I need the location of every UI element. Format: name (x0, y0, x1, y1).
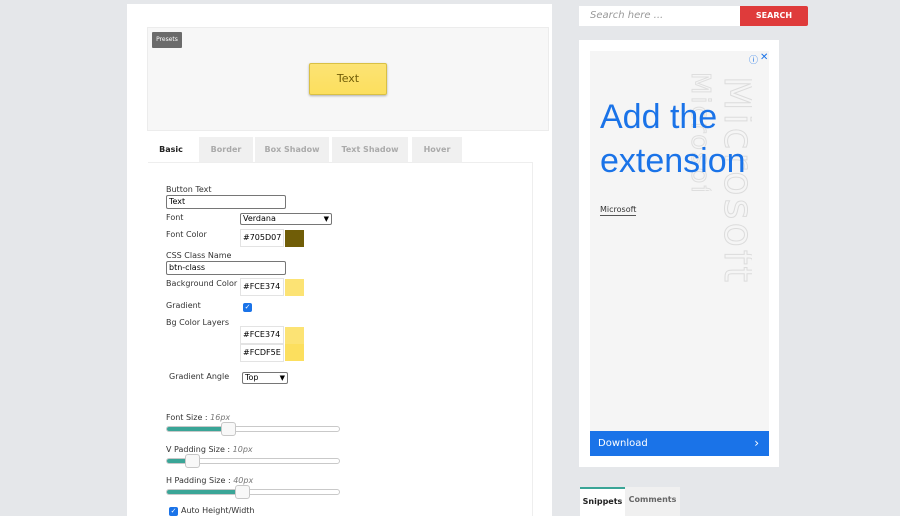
gradient-angle-label: Gradient Angle (169, 372, 230, 381)
button-preview-area: Presets Text (147, 27, 549, 131)
tab-hover[interactable]: Hover (412, 137, 462, 162)
auto-height-width-checkbox[interactable]: ✓ (169, 507, 178, 516)
basic-settings-form: Button Text Text Font Verdana ▼ Font Col… (148, 162, 533, 516)
button-text-input[interactable]: Text (166, 195, 286, 209)
gradient-checkbox[interactable]: ✓ (243, 303, 252, 312)
background-color-label: Background Color (166, 279, 238, 288)
presets-button[interactable]: Presets (152, 32, 182, 48)
font-size-value: 16px (210, 413, 231, 422)
h-padding-slider-fill (167, 490, 243, 494)
font-select[interactable]: Verdana ▼ (240, 213, 332, 225)
bg-color-layers-label: Bg Color Layers (166, 318, 230, 327)
background-color-swatch[interactable] (285, 279, 304, 296)
font-size-slider-thumb[interactable] (221, 422, 237, 436)
v-padding-slider[interactable] (166, 454, 340, 468)
font-label: Font (166, 213, 184, 222)
background-color-input[interactable]: #FCE374 (240, 278, 284, 296)
v-padding-slider-thumb[interactable] (185, 454, 201, 468)
ad-headline: Add the extension (600, 98, 746, 180)
tab-border[interactable]: Border (199, 137, 253, 162)
chevron-down-icon: ▼ (279, 374, 285, 382)
css-class-input[interactable]: btn-class (166, 261, 286, 275)
css-class-label: CSS Class Name (166, 251, 232, 260)
chevron-right-icon: › (754, 436, 759, 450)
tab-box-shadow[interactable]: Box Shadow (255, 137, 329, 162)
bg-layer-2-input[interactable]: #FCDF5E (240, 344, 284, 362)
font-size-slider[interactable] (166, 422, 340, 436)
font-size-label-text: Font Size : (166, 413, 208, 422)
close-icon[interactable]: ✕ (760, 52, 768, 63)
bg-layer-1-swatch[interactable] (285, 327, 304, 344)
h-padding-value: 40px (233, 476, 254, 485)
ad-download-button[interactable]: Download › (590, 431, 769, 456)
ad-download-label: Download (598, 438, 648, 449)
h-padding-label: H Padding Size : 40px (166, 476, 253, 485)
font-size-slider-fill (167, 427, 229, 431)
h-padding-label-text: H Padding Size : (166, 476, 231, 485)
ad-content[interactable]: Microsoft Microsoft Add the extension Mi… (590, 51, 769, 456)
tab-text-shadow[interactable]: Text Shadow (332, 137, 408, 162)
bg-layer-1-input[interactable]: #FCE374 (240, 326, 284, 344)
ad-card: Microsoft Microsoft Add the extension Mi… (579, 40, 779, 467)
font-size-label: Font Size : 16px (166, 413, 230, 422)
v-padding-label-text: V Padding Size : (166, 445, 231, 454)
h-padding-slider[interactable] (166, 485, 340, 499)
font-color-label: Font Color (166, 230, 207, 239)
h-padding-slider-thumb[interactable] (235, 485, 251, 499)
gradient-label: Gradient (166, 301, 201, 310)
chevron-down-icon: ▼ (323, 215, 329, 223)
ad-brand-link[interactable]: Microsoft (600, 205, 637, 216)
search-button[interactable]: SEARCH (740, 6, 808, 26)
button-text-label: Button Text (166, 185, 212, 194)
tab-comments[interactable]: Comments (625, 487, 680, 516)
tab-snippets[interactable]: Snippets (580, 487, 625, 516)
font-color-swatch[interactable] (285, 230, 304, 247)
bg-layer-2-swatch[interactable] (285, 344, 304, 361)
gradient-angle-value: Top (245, 373, 259, 382)
preview-button[interactable]: Text (309, 63, 387, 95)
v-padding-value: 10px (232, 445, 253, 454)
font-color-input[interactable]: #705D07 (240, 229, 284, 247)
gradient-angle-select[interactable]: Top ▼ (242, 372, 288, 384)
tab-basic[interactable]: Basic (147, 137, 195, 162)
button-generator-panel: Presets Text Basic Border Box Shadow Tex… (127, 4, 552, 516)
info-icon[interactable]: ⓘ (749, 53, 758, 66)
v-padding-label: V Padding Size : 10px (166, 445, 253, 454)
search-input[interactable]: Search here ... (579, 6, 740, 26)
auto-height-width-label: Auto Height/Width (181, 506, 255, 515)
font-select-value: Verdana (243, 214, 276, 223)
